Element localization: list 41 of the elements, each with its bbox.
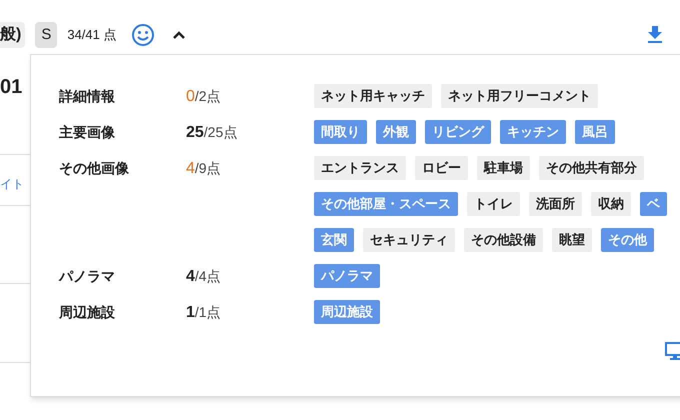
monitor-icon[interactable] [665,342,680,360]
photo-tag: エントランス [314,156,406,180]
section-score: 0/2点 [186,87,222,107]
section-label: その他画像 [58,159,130,178]
photo-tag: 収納 [591,192,631,216]
photo-tag: トイレ [467,192,520,216]
download-icon[interactable] [647,26,663,43]
photo-tag: セキュリティ [363,228,455,252]
photo-tag: 眺望 [552,228,592,252]
photo-tag: 風呂 [575,120,615,144]
category-tag: 般) [0,22,26,48]
section-label: パノラマ [58,267,116,286]
photo-tag: ネット用フリーコメント [441,84,598,108]
photo-tag: ロビー [415,156,468,180]
photo-tag: パノラマ [314,264,380,288]
photo-tag: ネット用キャッチ [314,84,432,108]
section-label: 主要画像 [58,123,116,142]
section-label: 周辺施設 [58,303,116,322]
photo-tag: その他設備 [464,228,543,252]
photo-tag: その他共有部分 [539,156,644,180]
photo-tag: 外観 [376,120,416,144]
photo-tag: その他部屋・スペース [314,192,458,216]
rank-tag: S [35,22,58,48]
photo-tag: ベ [640,192,667,216]
photo-tag: 駐車場 [477,156,530,180]
record-number: 01 [0,75,22,100]
photo-tag: 周辺施設 [314,300,380,324]
smiley-icon [130,23,154,47]
photo-tag: 間取り [314,120,367,144]
section-score: 4/9点 [186,159,222,179]
section-score: 1/1点 [186,303,222,323]
site-link[interactable]: イト [0,175,24,193]
score-text: 34/41 点 [67,26,116,44]
section-score: 25/25点 [186,123,238,143]
section-score: 4/4点 [186,267,222,287]
section-label: 詳細情報 [58,87,116,106]
photo-tag: リビング [425,120,491,144]
photo-tag: キッチン [500,120,566,144]
photo-tag: 洗面所 [529,192,582,216]
photo-tag: その他 [601,228,654,252]
photo-tag: 玄関 [314,228,354,252]
